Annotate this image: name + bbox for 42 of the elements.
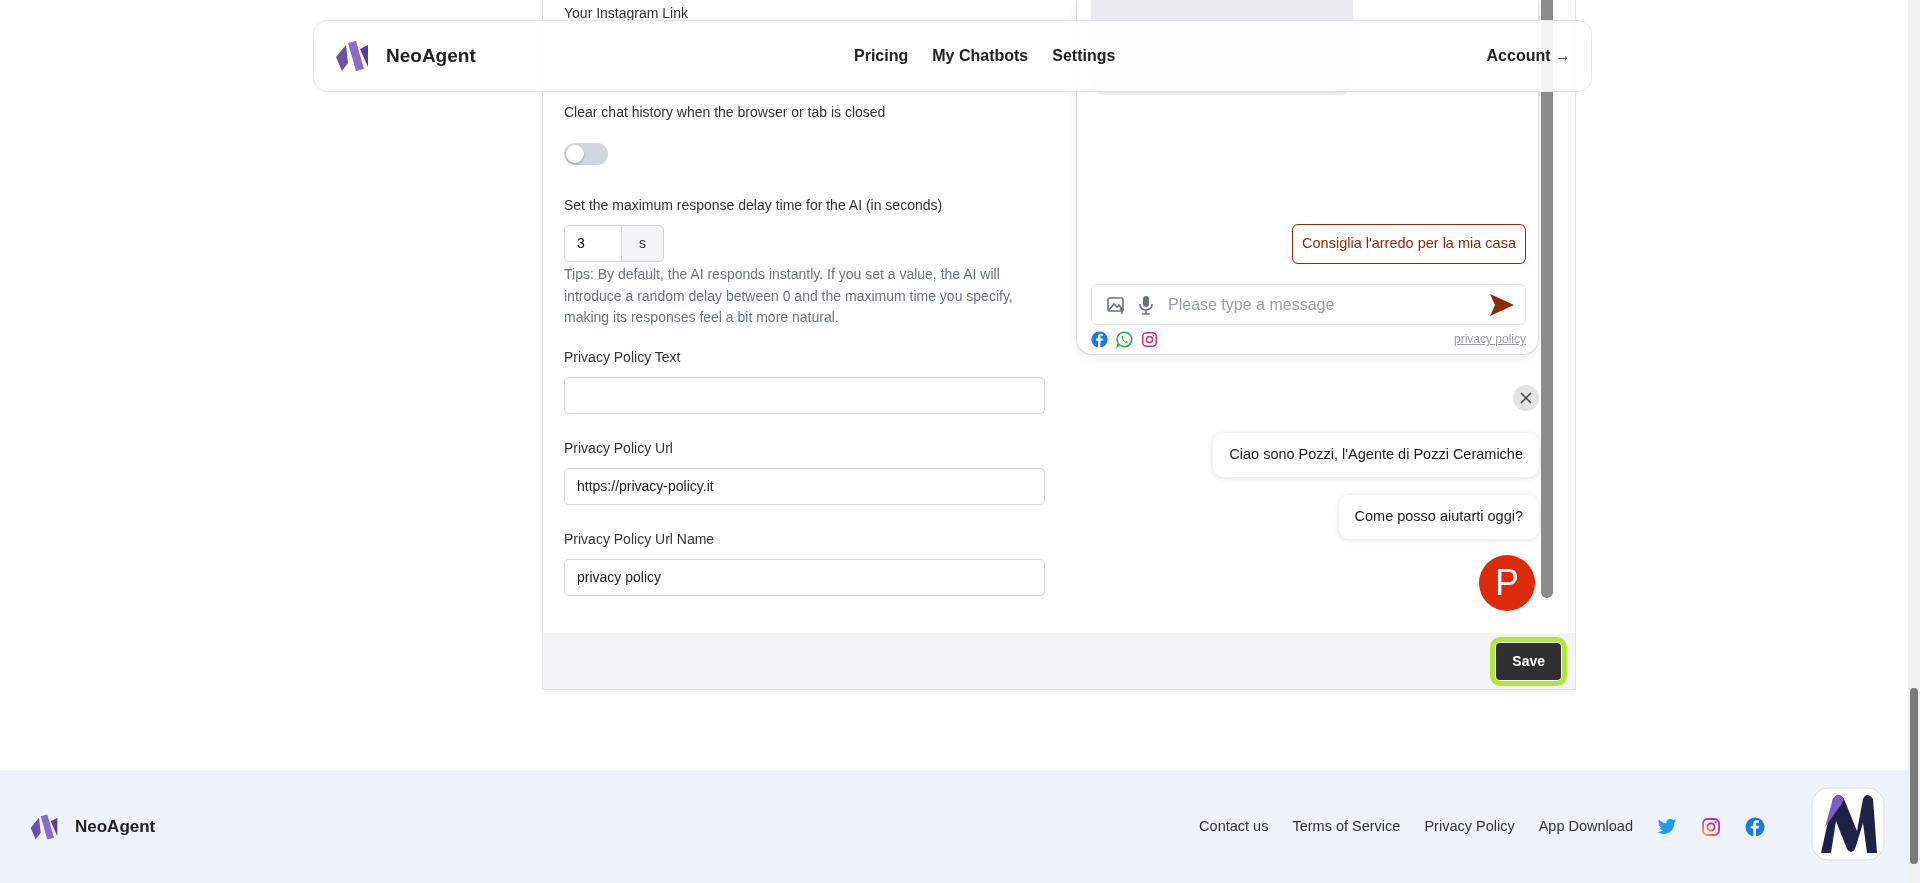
twitter-icon[interactable] xyxy=(1657,817,1677,836)
unit-label: s xyxy=(622,225,664,262)
send-icon[interactable] xyxy=(1489,292,1515,317)
account-link[interactable]: Account → xyxy=(1486,44,1571,68)
nav-link[interactable]: Settings xyxy=(1052,44,1116,68)
close-button[interactable] xyxy=(1513,385,1539,411)
tip-text: Tips: By default, the AI responds instantly. If you set a value, the AI will introduce a random delay between 0 and the maximum time you specify, making its responses feel a bit more natural. xyxy=(564,265,1014,327)
input-field[interactable]: https://privacy-policy.it xyxy=(564,467,1045,505)
field-label: Privacy Policy Url xyxy=(564,438,674,458)
input-field[interactable] xyxy=(564,376,1045,414)
nav-link[interactable]: Pricing xyxy=(854,44,909,68)
field-label: Your Instagram Link xyxy=(564,4,689,23)
field-label: Privacy Policy Text xyxy=(564,347,682,367)
footer-link[interactable]: App Download xyxy=(1538,815,1633,838)
greeting-bubble: Ciao sono Pozzi, l'Agente di Pozzi Ceramiche xyxy=(1213,433,1539,477)
instagram-icon[interactable] xyxy=(1701,816,1721,837)
footer-link[interactable]: Contact us xyxy=(1199,815,1269,838)
scrollbar[interactable] xyxy=(1908,0,1920,883)
instagram-icon[interactable] xyxy=(1141,330,1158,348)
facebook-icon[interactable] xyxy=(1745,816,1765,837)
greeting-bubble: Come posso aiutarti oggi? xyxy=(1338,494,1539,539)
input-field[interactable]: privacy policy xyxy=(564,558,1045,596)
avatar-button[interactable]: P xyxy=(1479,554,1535,611)
number-field[interactable]: 3 xyxy=(564,225,622,262)
message-field[interactable]: Please type a message xyxy=(1091,284,1526,325)
footer-link[interactable]: Terms of Service xyxy=(1292,815,1401,838)
field-label: Set the maximum response delay time for the AI (in seconds) xyxy=(564,196,944,215)
logo-icon xyxy=(334,39,370,73)
image-upload-icon[interactable] xyxy=(1106,294,1126,315)
brand-name: NeoAgent xyxy=(75,815,156,838)
toggle-switch[interactable] xyxy=(564,143,608,165)
footer-link[interactable]: Privacy Policy xyxy=(1424,815,1515,838)
brand-name: NeoAgent xyxy=(386,43,476,68)
close-icon[interactable] xyxy=(1520,392,1532,404)
nav-link[interactable]: My Chatbots xyxy=(932,44,1029,68)
suggestion-chip[interactable]: Consiglia l'arredo per la mia casa xyxy=(1292,224,1526,264)
field-label: Clear chat history when the browser or tab is closed xyxy=(564,103,887,122)
microphone-icon[interactable] xyxy=(1136,293,1156,316)
facebook-icon[interactable] xyxy=(1091,330,1108,348)
field-label: Privacy Policy Url Name xyxy=(564,529,716,549)
app-logo-icon[interactable] xyxy=(1811,787,1885,861)
whatsapp-icon[interactable] xyxy=(1116,330,1133,348)
